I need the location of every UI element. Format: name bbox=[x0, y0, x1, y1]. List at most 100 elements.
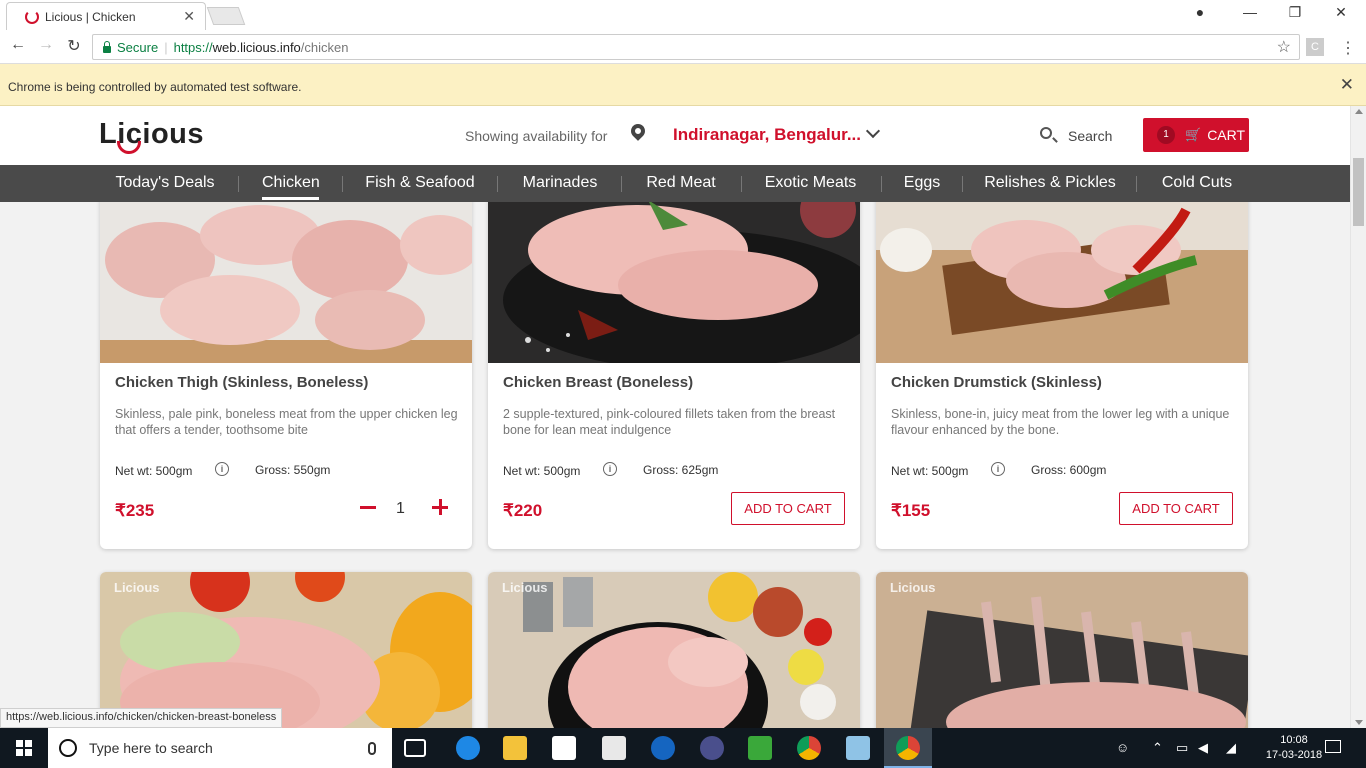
app-icon[interactable] bbox=[748, 736, 772, 760]
chrome-icon[interactable] bbox=[797, 736, 821, 760]
category-fish-seafood[interactable]: Fish & Seafood bbox=[360, 165, 480, 202]
product-card[interactable]: Licious bbox=[100, 572, 472, 728]
file-explorer-icon[interactable] bbox=[503, 736, 527, 760]
product-price: ₹155 bbox=[891, 501, 931, 520]
url-protocol: https:// bbox=[173, 39, 213, 55]
chrome-icon bbox=[896, 736, 920, 760]
store-icon[interactable] bbox=[552, 736, 576, 760]
cart-button[interactable]: 1 🛒 CART bbox=[1143, 118, 1249, 152]
restore-icon[interactable]: ❐ bbox=[1275, 4, 1315, 21]
info-icon[interactable]: i bbox=[991, 462, 1005, 476]
task-view-icon[interactable] bbox=[404, 739, 426, 757]
image-watermark: Licious bbox=[114, 580, 160, 595]
net-weight: Net wt: 500gm bbox=[115, 464, 193, 478]
taskbar-search-placeholder: Type here to search bbox=[89, 740, 213, 756]
windows-start-icon[interactable] bbox=[16, 740, 32, 756]
product-card[interactable]: Licious bbox=[488, 572, 860, 728]
product-price: ₹235 bbox=[115, 501, 155, 520]
product-card[interactable]: Chicken Thigh (Skinless, Boneless) Skinl… bbox=[100, 202, 472, 549]
product-card[interactable]: Chicken Breast (Boneless) 2 supple-textu… bbox=[488, 202, 860, 549]
battery-icon[interactable]: ▭ bbox=[1176, 740, 1188, 756]
product-image[interactable] bbox=[488, 572, 860, 728]
edge-icon[interactable] bbox=[456, 736, 480, 760]
new-tab-button[interactable] bbox=[206, 7, 246, 25]
nav-divider bbox=[342, 176, 343, 192]
category-exotic-meats[interactable]: Exotic Meats bbox=[757, 165, 864, 202]
people-icon[interactable]: ☺ bbox=[1116, 740, 1129, 755]
gross-weight: Gross: 550gm bbox=[255, 463, 331, 477]
gross-weight: Gross: 600gm bbox=[1031, 463, 1107, 477]
window-close-icon[interactable]: ✕ bbox=[1321, 4, 1361, 21]
microphone-icon[interactable] bbox=[368, 741, 376, 755]
nav-divider bbox=[497, 176, 498, 192]
category-todays-deals[interactable]: Today's Deals bbox=[105, 165, 225, 202]
site-header: Licious Showing availability for Indiran… bbox=[0, 106, 1350, 165]
info-icon[interactable]: i bbox=[603, 462, 617, 476]
scroll-thumb[interactable] bbox=[1353, 158, 1364, 226]
licious-favicon-icon bbox=[25, 9, 39, 24]
bookmark-star-icon[interactable]: ☆ bbox=[1277, 37, 1291, 57]
product-name[interactable]: Chicken Thigh (Skinless, Boneless) bbox=[115, 374, 368, 391]
category-cold-cuts[interactable]: Cold Cuts bbox=[1155, 165, 1239, 202]
chevron-down-icon[interactable] bbox=[865, 123, 881, 139]
tab-close-icon[interactable]: ✕ bbox=[183, 8, 195, 25]
back-arrow-icon[interactable]: ← bbox=[7, 36, 29, 54]
forward-arrow-icon[interactable]: → bbox=[35, 36, 57, 54]
browser-tab[interactable]: Licious | Chicken ✕ bbox=[6, 2, 206, 30]
category-eggs[interactable]: Eggs bbox=[898, 165, 946, 202]
gross-weight: Gross: 625gm bbox=[643, 463, 719, 477]
profile-icon[interactable]: ● bbox=[1180, 4, 1220, 20]
product-card[interactable]: Licious bbox=[876, 572, 1248, 728]
licious-logo[interactable]: Licious bbox=[99, 118, 204, 151]
product-image[interactable] bbox=[876, 202, 1248, 363]
product-description: Skinless, pale pink, boneless meat from … bbox=[115, 407, 458, 437]
url-host: web.licious.info bbox=[212, 39, 301, 55]
product-image[interactable] bbox=[100, 572, 472, 728]
product-description: Skinless, bone-in, juicy meat from the l… bbox=[891, 407, 1230, 437]
nav-divider bbox=[1136, 176, 1137, 192]
automation-infobar: Chrome is being controlled by automated … bbox=[0, 64, 1366, 106]
quantity-minus-button[interactable] bbox=[358, 492, 378, 522]
mail-icon[interactable] bbox=[602, 736, 626, 760]
add-to-cart-button[interactable]: ADD TO CART bbox=[1119, 492, 1233, 525]
infobar-close-icon[interactable]: ✕ bbox=[1340, 75, 1354, 95]
eclipse-icon[interactable] bbox=[700, 736, 724, 760]
app-icon[interactable] bbox=[651, 736, 675, 760]
scroll-down-icon[interactable] bbox=[1355, 720, 1363, 725]
product-card[interactable]: Chicken Drumstick (Skinless) Skinless, b… bbox=[876, 202, 1248, 549]
app-icon[interactable] bbox=[846, 736, 870, 760]
volume-icon[interactable]: ◀ bbox=[1198, 740, 1208, 756]
product-image[interactable] bbox=[876, 572, 1248, 728]
product-name[interactable]: Chicken Breast (Boneless) bbox=[503, 374, 693, 391]
show-hidden-icons-icon[interactable]: ⌃ bbox=[1152, 740, 1163, 756]
search-button[interactable]: Search bbox=[1068, 128, 1112, 144]
search-icon[interactable] bbox=[1040, 127, 1052, 139]
quantity-plus-button[interactable] bbox=[430, 492, 450, 522]
reload-icon[interactable]: ↻ bbox=[63, 36, 85, 56]
net-weight: Net wt: 500gm bbox=[503, 464, 581, 478]
action-center-icon[interactable] bbox=[1325, 740, 1341, 753]
network-icon[interactable]: ◢ bbox=[1226, 740, 1236, 756]
browser-toolbar: ← → ↻ Secure | https:// web.licious.info… bbox=[0, 30, 1366, 64]
chrome-menu-icon[interactable]: ⋮ bbox=[1340, 38, 1356, 58]
info-icon[interactable]: i bbox=[215, 462, 229, 476]
product-name[interactable]: Chicken Drumstick (Skinless) bbox=[891, 374, 1102, 391]
taskbar-search-box[interactable]: Type here to search bbox=[48, 728, 392, 768]
taskbar-clock[interactable]: 10:08 17-03-2018 bbox=[1262, 733, 1326, 763]
active-chrome-taskbar-button[interactable] bbox=[884, 728, 932, 768]
location-selector[interactable]: Indiranagar, Bengalur... bbox=[673, 125, 861, 145]
product-image[interactable] bbox=[100, 202, 472, 363]
minimize-icon[interactable]: — bbox=[1230, 4, 1270, 20]
category-relishes-pickles[interactable]: Relishes & Pickles bbox=[980, 165, 1120, 202]
add-to-cart-button[interactable]: ADD TO CART bbox=[731, 492, 845, 525]
extension-icon[interactable]: C bbox=[1306, 38, 1324, 56]
nav-divider bbox=[621, 176, 622, 192]
product-image[interactable] bbox=[488, 202, 860, 363]
address-bar[interactable]: Secure | https:// web.licious.info /chic… bbox=[92, 34, 1300, 60]
url-path: /chicken bbox=[300, 39, 349, 55]
page-scrollbar[interactable] bbox=[1350, 106, 1366, 728]
category-marinades[interactable]: Marinades bbox=[514, 165, 606, 202]
scroll-up-icon[interactable] bbox=[1355, 109, 1363, 114]
category-red-meat[interactable]: Red Meat bbox=[640, 165, 722, 202]
category-chicken[interactable]: Chicken bbox=[262, 165, 320, 202]
